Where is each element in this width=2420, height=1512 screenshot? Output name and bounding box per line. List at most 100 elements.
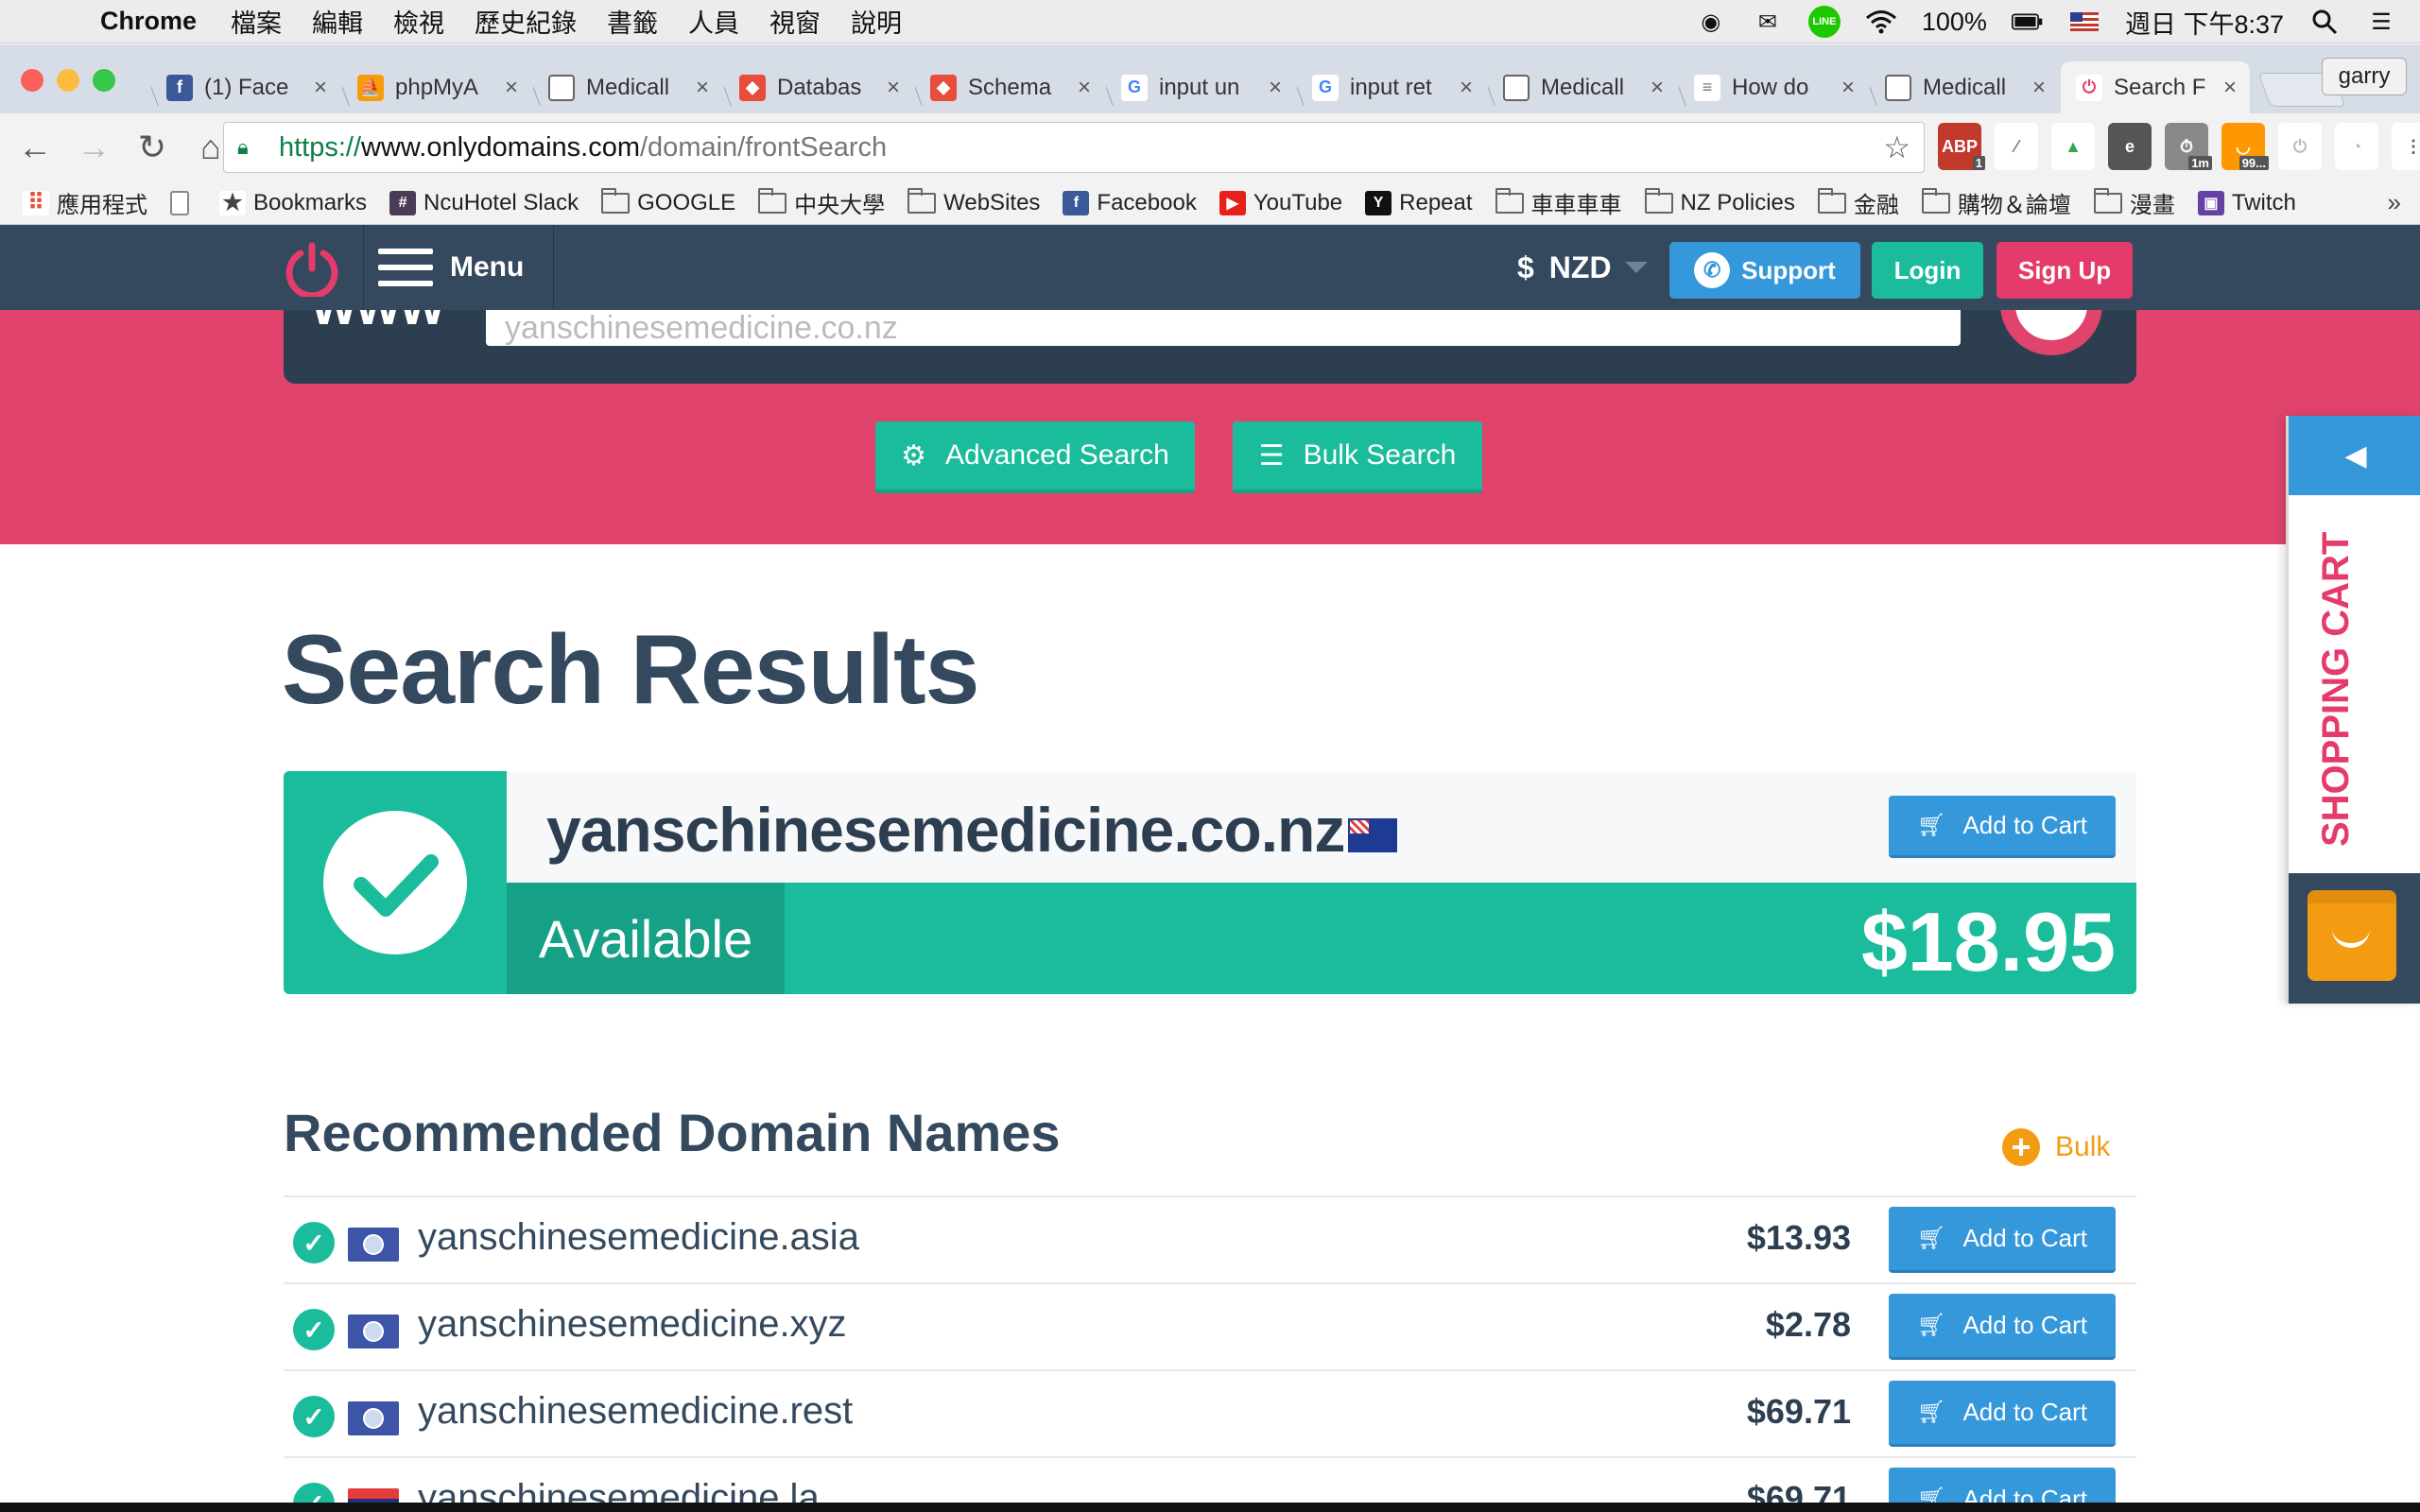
bookmark-item[interactable]: 中央大學 [758, 186, 885, 219]
bookmark-item[interactable]: 金融 [1817, 186, 1899, 219]
tab-close-icon[interactable]: × [497, 75, 526, 101]
mail-tray-icon[interactable]: ✉ [1752, 9, 1784, 35]
menu-help[interactable]: 說明 [851, 3, 902, 40]
login-button[interactable]: Login [1872, 242, 1983, 299]
cloud-icon[interactable]: e [2108, 123, 2152, 170]
menu-history[interactable]: 歷史紀錄 [475, 3, 577, 40]
globe-flag-icon [348, 1314, 399, 1349]
tab-close-icon[interactable]: × [306, 75, 335, 101]
shopping-cart-label[interactable]: SHOPPING CART [2306, 529, 2362, 850]
add-to-cart-button[interactable]: 🛒︎ Add to Cart [1889, 1381, 2116, 1447]
timer-icon[interactable]: ⏱ 1m [2165, 123, 2212, 170]
tab-close-icon[interactable]: × [1261, 75, 1289, 101]
onlydomains-logo-icon[interactable] [284, 240, 340, 297]
menu-edit[interactable]: 編輯 [312, 3, 363, 40]
bookmark-item[interactable]: ★ Bookmarks [219, 190, 367, 216]
bookmark-item[interactable]: f Facebook [1063, 190, 1197, 216]
tab-close-icon[interactable]: × [688, 75, 717, 101]
menu-file[interactable]: 檔案 [231, 3, 282, 40]
support-button[interactable]: ✆ Support [1669, 242, 1860, 299]
menu-clock[interactable]: 週日 下午8:37 [2125, 4, 2284, 41]
menu-bookmarks[interactable]: 書籤 [607, 3, 658, 40]
bookmark-item[interactable] [170, 190, 197, 215]
secure-lock-icon[interactable]: 🔒︎ [237, 135, 266, 160]
signup-button[interactable]: Sign Up [1996, 242, 2133, 299]
tab-close-icon[interactable]: × [1070, 75, 1098, 101]
domain-search-input[interactable] [486, 310, 1961, 346]
bookmark-item[interactable]: ▶ YouTube [1219, 190, 1342, 216]
profile-button[interactable]: garry [2322, 58, 2407, 95]
add-to-cart-button[interactable]: 🛒︎ Add to Cart [1889, 796, 2116, 858]
bookmark-item[interactable]: ⠿ 應用程式 [23, 186, 147, 219]
bookmark-item[interactable]: # NcuHotel Slack [389, 190, 579, 216]
browser-tab[interactable]: ◆ Databas × [724, 61, 913, 113]
bookmark-item[interactable]: NZ Policies [1644, 187, 1795, 216]
forward-arrow-icon[interactable]: → [70, 124, 117, 171]
line-tray-icon[interactable]: LINE [1807, 6, 1841, 38]
minimize-window-button[interactable] [57, 69, 79, 92]
tab-close-icon[interactable]: × [2025, 75, 2053, 101]
browser-tab[interactable]: Medicall × [533, 61, 722, 113]
cart-toggle-button[interactable]: ◀ [2289, 416, 2420, 495]
browser-tab[interactable]: ≡ How do × [1679, 61, 1868, 113]
zoom-window-button[interactable] [93, 69, 115, 92]
menu-view[interactable]: 檢視 [393, 3, 444, 40]
bulk-search-button[interactable]: ☰ Bulk Search [1233, 421, 1482, 493]
bookmark-item[interactable]: GOOGLE [601, 187, 735, 216]
bookmarks-overflow-icon[interactable]: » [2388, 188, 2401, 217]
shopping-cart-text: SHOPPING CART [2315, 531, 2357, 847]
back-arrow-icon[interactable]: ← [11, 124, 59, 171]
browser-tab[interactable]: Medicall × [1488, 61, 1677, 113]
extension-icon[interactable]: ◔ [2335, 123, 2378, 170]
bookmark-item[interactable]: Y Repeat [1365, 190, 1473, 216]
bookmark-item[interactable]: ▣ Twitch [2197, 190, 2296, 216]
abp-icon[interactable]: ABP 1 [1938, 123, 1985, 170]
bookmark-item[interactable]: WebSites [908, 187, 1040, 216]
tab-title: (1) Face [204, 74, 289, 100]
tab-close-icon[interactable]: × [879, 75, 908, 101]
pen-icon[interactable]: ⁄ [1995, 123, 2038, 170]
address-bar[interactable]: 🔒︎ https:// www.onlydomains.com /domain/… [223, 122, 1925, 173]
rss-icon[interactable]: ◡ 99... [2221, 123, 2269, 170]
browser-tab[interactable]: ◆ Schema × [915, 61, 1104, 113]
power-icon[interactable]: ⏻ [2278, 123, 2322, 170]
reload-icon[interactable]: ↻ [129, 124, 176, 171]
close-window-button[interactable] [21, 69, 43, 92]
cart-bag-cell[interactable] [2289, 873, 2420, 1004]
twitch-icon: ▣ [2197, 190, 2224, 215]
menu-window[interactable]: 視窗 [769, 3, 821, 40]
bookmark-star-icon[interactable]: ☆ [1883, 129, 1910, 165]
us-flag-input-icon[interactable] [2068, 9, 2100, 35]
browser-tab[interactable]: ⛵ phpMyA × [342, 61, 531, 113]
add-to-cart-button[interactable]: 🛒︎ Add to Cart [1889, 1468, 2116, 1507]
bookmark-item[interactable]: 車車車車 [1495, 186, 1622, 219]
more-vertical-icon[interactable]: ⋮ [2392, 123, 2420, 170]
browser-tab[interactable]: ⏻ Search F × [2061, 61, 2250, 113]
add-to-cart-button[interactable]: 🛒︎ Add to Cart [1889, 1207, 2116, 1273]
wifi-icon[interactable] [1865, 9, 1897, 35]
bulk-add-link[interactable]: + Bulk [2002, 1128, 2110, 1166]
tab-close-icon[interactable]: × [2216, 75, 2244, 101]
spotlight-search-icon[interactable] [2308, 9, 2341, 35]
browser-tab[interactable]: Ginput ret × [1297, 61, 1486, 113]
advanced-search-button[interactable]: ⚙ Advanced Search [875, 421, 1195, 493]
bookmark-item[interactable]: 漫畫 [2093, 186, 2175, 219]
notification-center-icon[interactable]: ☰ [2365, 9, 2397, 35]
eye-tray-icon[interactable]: ◉ [1695, 9, 1727, 35]
menu-button[interactable]: Menu [378, 225, 524, 310]
currency-selector[interactable]: $ NZD [1517, 225, 1648, 310]
menu-app-name[interactable]: Chrome [100, 7, 197, 36]
add-to-cart-button[interactable]: 🛒︎ Add to Cart [1889, 1294, 2116, 1360]
google-drive-icon[interactable]: ▲ [2051, 123, 2095, 170]
menu-people[interactable]: 人員 [688, 3, 739, 40]
battery-icon[interactable] [2011, 9, 2044, 35]
tab-close-icon[interactable]: × [1452, 75, 1480, 101]
tab-close-icon[interactable]: × [1643, 75, 1671, 101]
browser-tab[interactable]: Ginput un × [1106, 61, 1295, 113]
bookmark-item[interactable]: 購物＆論壇 [1921, 186, 2071, 219]
search-submit-button[interactable] [2000, 310, 2102, 355]
tab-close-icon[interactable]: × [1834, 75, 1862, 101]
bookmark-label: NZ Policies [1680, 189, 1795, 215]
browser-tab[interactable]: Medicall × [1870, 61, 2059, 113]
browser-tab[interactable]: f (1) Face × [151, 61, 340, 113]
